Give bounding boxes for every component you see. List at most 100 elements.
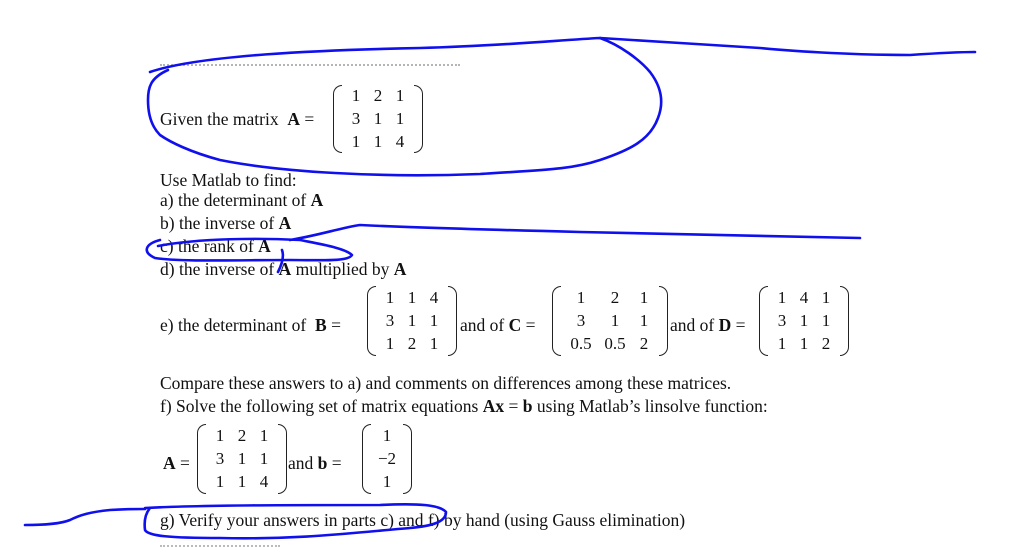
matrix-c-grid: 1 2 1 3 1 1 0.5 0.5 2 (561, 287, 659, 356)
item-e-and-d: and of D = (670, 315, 746, 335)
matrix-cell: 1 (385, 334, 395, 353)
right-paren (403, 424, 412, 494)
item-a-text: a) the determinant of (160, 190, 311, 210)
item-d: d) the inverse of A multiplied by A (160, 259, 406, 279)
equals-sign: = (304, 109, 315, 129)
ink-line-top-right (598, 36, 977, 57)
matrix-cell: 1 (610, 311, 620, 330)
matrix-cell: 1 (373, 131, 383, 151)
item-c-text: c) the rank of (160, 236, 259, 256)
use-matlab-line: Use Matlab to find: (160, 170, 297, 190)
matrix-cell: 1 (821, 311, 831, 330)
ink-annotations (23, 36, 977, 540)
equals-sign: = (331, 453, 342, 473)
matrix-cell: 2 (821, 334, 831, 353)
matrix-cell: 1 (576, 288, 586, 307)
matrix-cell: 4 (429, 288, 439, 307)
matrix-cell: 1 (799, 334, 809, 353)
ink-line-left-of-g (23, 507, 147, 527)
matrix-a-f: 121311114 (197, 424, 287, 494)
item-d-text: d) the inverse of (160, 259, 279, 279)
matrix-cell: 1 (385, 288, 395, 307)
matrix-name-c: C (508, 315, 522, 335)
matrix-a: 121311114 (333, 84, 423, 153)
matrix-cell: 1 (407, 288, 417, 307)
matrix-cell: 1 (395, 85, 405, 105)
item-d-bold: A (278, 259, 292, 279)
and-of-text: and of (670, 315, 719, 335)
given-text: Given the matrix (160, 109, 279, 129)
item-b: b) the inverse of A (160, 213, 291, 233)
matrix-cell: 1 (259, 449, 269, 468)
matrix-cell: 0.5 (604, 334, 626, 353)
matrix-cell: 1 (407, 311, 417, 330)
matrix-cell: 1 (429, 311, 439, 330)
matrix-cell: 1 (259, 426, 269, 445)
left-paren (333, 84, 342, 153)
item-b-bold: A (278, 213, 292, 233)
right-paren (840, 286, 849, 356)
matrix-cell: 3 (351, 108, 361, 128)
matrix-name-d: D (718, 315, 732, 335)
left-paren (197, 424, 206, 494)
f-a-label: A = (163, 453, 190, 473)
matrix-cell: 1 (237, 449, 247, 468)
cut-off-text-top (160, 64, 460, 68)
item-f: f) Solve the following set of matrix equ… (160, 396, 768, 416)
matrix-cell: 2 (237, 426, 247, 445)
item-a: a) the determinant of A (160, 190, 323, 210)
matrix-name-b: B (315, 315, 327, 335)
matrix-cell: 4 (799, 288, 809, 307)
equals-sign: = (180, 453, 190, 473)
matrix-cell: 1 (395, 108, 405, 128)
matrix-name-a: A (163, 453, 176, 473)
matrix-cell: 0.5 (570, 334, 592, 353)
item-f-text: f) Solve the following set of matrix equ… (160, 396, 483, 416)
equals-sign: = (331, 315, 341, 335)
matrix-cell: 2 (639, 334, 649, 353)
matrix-cell: 1 (429, 334, 439, 353)
matrix-name-a: A (287, 109, 300, 129)
item-f-bold2: b (522, 396, 533, 416)
matrix-cell: 3 (215, 449, 225, 468)
right-paren (414, 84, 423, 153)
f-b-label: and b = (288, 453, 342, 473)
compare-line: Compare these answers to a) and comments… (160, 373, 732, 393)
right-paren (278, 424, 287, 494)
matrix-cell: 2 (610, 288, 620, 307)
matrix-cell: 3 (777, 311, 787, 330)
and-text: and (288, 453, 314, 473)
matrix-cell: 4 (395, 131, 405, 151)
item-f-bold: Ax (482, 396, 505, 416)
cut-off-text-bottom (160, 545, 280, 549)
matrix-a-f-grid: 121311114 (206, 425, 278, 494)
left-paren (759, 286, 768, 356)
matrix-b: 114311121 (367, 286, 457, 356)
left-paren (362, 424, 371, 494)
matrix-cell: 1 (777, 334, 787, 353)
matrix-cell: 1 (351, 131, 361, 151)
item-a-bold: A (310, 190, 324, 210)
matrix-a-grid: 121311114 (342, 84, 414, 153)
matrix-cell: 1 (373, 108, 383, 128)
matrix-cell: 2 (407, 334, 417, 353)
matrix-d: 141311112 (759, 286, 849, 356)
item-c: c) the rank of A (160, 236, 271, 256)
vector-name-b: b (317, 453, 328, 473)
item-b-text: b) the inverse of (160, 213, 279, 233)
ink-underline-item-c (288, 223, 862, 242)
item-g: g) Verify your answers in parts c) and f… (160, 510, 686, 530)
equals-sign: = (504, 396, 523, 416)
equals-sign: = (735, 315, 746, 335)
item-c-bold: A (258, 236, 271, 256)
matrix-cell: 4 (259, 472, 269, 491)
vector-b: 1 −2 1 (362, 424, 412, 494)
matrix-cell: 3 (576, 311, 586, 330)
item-e-and-c: and of C = (460, 315, 536, 335)
matrix-cell: 1 (382, 426, 392, 445)
item-e-text: e) the determinant of (160, 315, 311, 335)
matrix-d-grid: 141311112 (768, 287, 840, 356)
item-d-text2: multiplied by (291, 259, 394, 279)
left-paren (552, 286, 561, 356)
vector-b-grid: 1 −2 1 (371, 425, 403, 494)
